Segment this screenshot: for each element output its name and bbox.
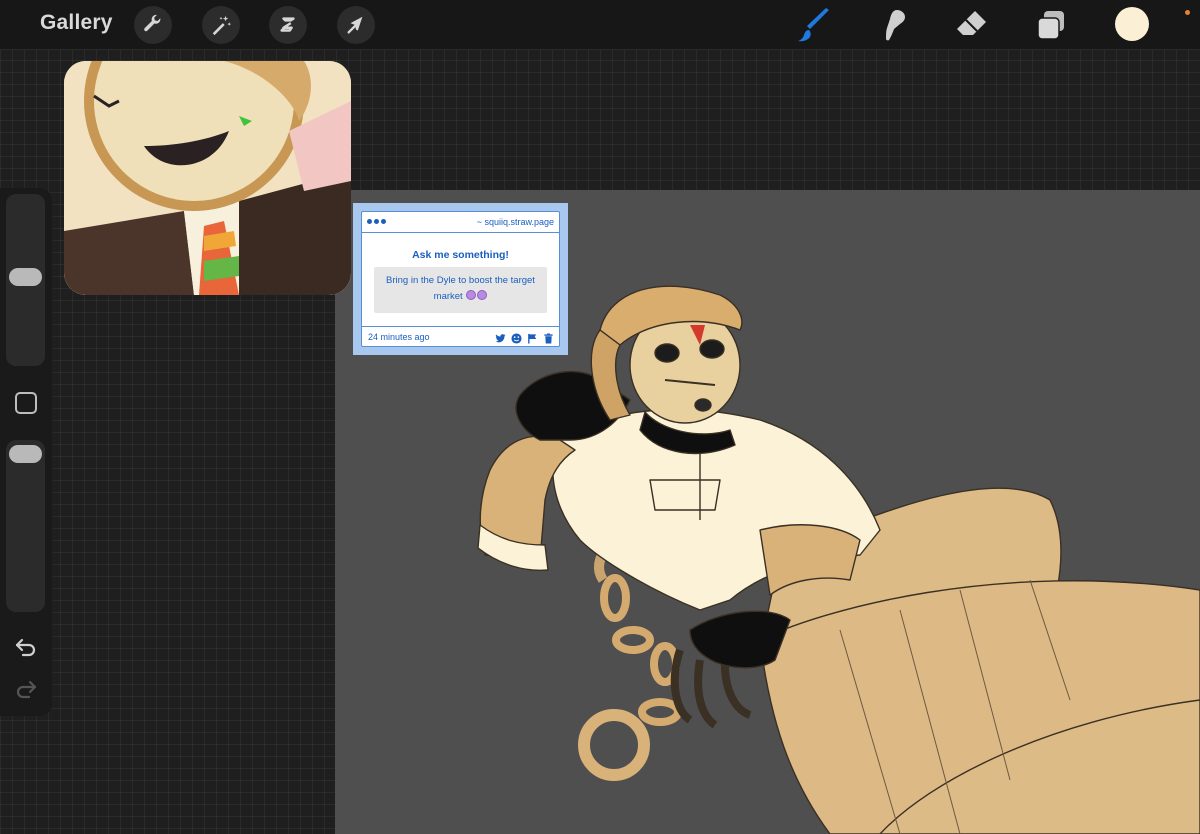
purple-face-emoji [477,290,488,300]
opacity-slider[interactable] [6,440,45,612]
window-dots-icon [367,219,386,224]
question-card[interactable]: ~ squiiq.straw.page Ask me something! Br… [353,203,568,355]
twitter-icon[interactable] [495,331,506,343]
redo-icon[interactable] [12,678,40,700]
trash-icon[interactable] [543,331,554,344]
left-sidebar [0,188,52,716]
smile-icon[interactable] [511,331,522,344]
card-header: ~ squiiq.straw.page [362,212,559,233]
undo-icon[interactable] [12,636,40,658]
question-card-panel: ~ squiiq.straw.page Ask me something! Br… [361,211,560,347]
card-message-box: Bring in the Dyle to boost the target ma… [374,267,547,313]
card-message-text: Bring in the Dyle to boost the target ma… [386,275,535,302]
reference-artwork [64,61,351,295]
opacity-thumb[interactable] [9,445,42,463]
card-footer: 24 minutes ago [362,326,559,346]
reference-image[interactable] [64,61,351,295]
flag-icon[interactable] [527,331,538,344]
purple-face-emoji [466,290,477,300]
brush-size-thumb[interactable] [9,268,42,286]
card-actions [495,331,554,344]
card-site-label: ~ squiiq.straw.page [476,217,554,227]
modify-square-icon[interactable] [15,392,37,414]
card-timestamp: 24 minutes ago [368,332,430,342]
card-title: Ask me something! [412,249,509,261]
brush-size-slider[interactable] [6,194,45,366]
